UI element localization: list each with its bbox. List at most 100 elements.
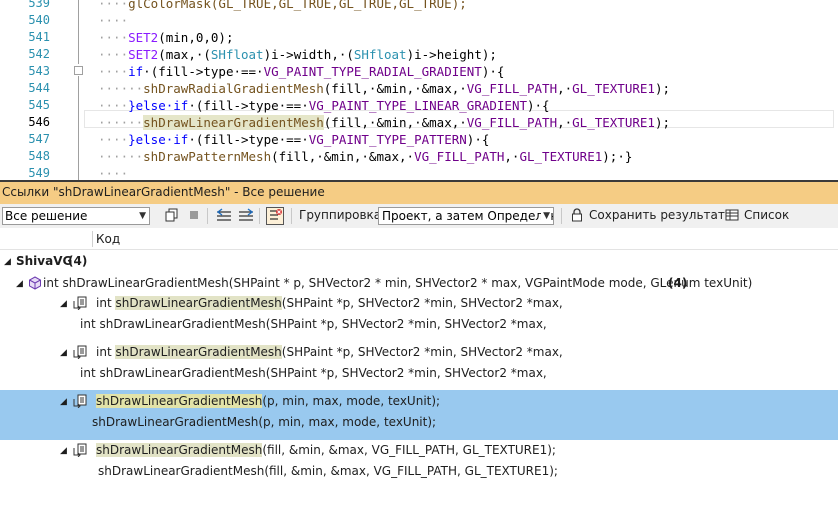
line-number: 539 bbox=[28, 0, 50, 10]
code-token: }else·if bbox=[128, 132, 189, 147]
reference-icon bbox=[73, 442, 87, 458]
project-node-count: (4) bbox=[68, 254, 88, 268]
expand-triangle-icon[interactable]: ◢ bbox=[4, 257, 11, 267]
chevron-down-icon: ▼ bbox=[541, 208, 550, 224]
code-token-highlighted: shDrawLinearGradientMesh bbox=[143, 115, 324, 130]
code-token: )·{ bbox=[466, 132, 490, 147]
scope-dropdown[interactable]: Все решение ▼ bbox=[2, 207, 150, 225]
code-line-540: ···· bbox=[98, 13, 129, 28]
reference-icon bbox=[73, 344, 87, 360]
code-token: shDrawRadialGradientMesh bbox=[143, 81, 324, 96]
code-token: ); bbox=[654, 81, 671, 96]
outlining-line bbox=[78, 76, 79, 180]
code-token: )i->height); bbox=[406, 47, 497, 62]
expand-triangle-icon[interactable]: ◢ bbox=[60, 299, 67, 309]
next-location-icon[interactable] bbox=[238, 208, 254, 224]
code-token: (fill,·&min,·&max,· bbox=[271, 149, 415, 164]
code-token: ,· bbox=[557, 81, 573, 96]
code-editor[interactable]: 539 540 541 542 543 544 545 546 547 548 … bbox=[0, 0, 838, 180]
line-number-current: 546 bbox=[28, 115, 50, 129]
results-column-header: Код bbox=[0, 228, 838, 250]
line-number: 549 bbox=[28, 166, 50, 180]
chevron-down-icon: ▼ bbox=[139, 211, 146, 221]
code-token: VG_FILL_PATH bbox=[466, 81, 558, 96]
list-view-button[interactable]: Список bbox=[744, 208, 789, 222]
line-number: 540 bbox=[28, 13, 50, 27]
code-token: ·(fill->type·==· bbox=[188, 98, 309, 113]
expand-triangle-icon[interactable]: ◢ bbox=[60, 446, 67, 456]
outlining-line bbox=[78, 0, 79, 64]
reference-line[interactable]: int shDrawLinearGradientMesh(SHPaint *p,… bbox=[96, 296, 563, 310]
list-view-icon[interactable] bbox=[724, 208, 740, 224]
reference-line[interactable]: shDrawLinearGradientMesh(p, min, max, mo… bbox=[96, 394, 440, 408]
code-line-542: ····SET2(max,·(SHfloat)i->width,·(SHfloa… bbox=[98, 47, 497, 62]
previous-location-icon[interactable] bbox=[216, 208, 232, 224]
definition-node-count: (4) bbox=[668, 276, 688, 290]
code-token: SET2 bbox=[128, 47, 159, 62]
code-token: (fill,·&min,·&max,· bbox=[323, 81, 467, 96]
code-token: GL_TEXTURE1 bbox=[519, 149, 603, 164]
reference-line[interactable]: shDrawLinearGradientMesh(fill, &min, &ma… bbox=[96, 443, 556, 457]
code-token: (max,·( bbox=[158, 47, 211, 62]
collapse-toggle-icon[interactable] bbox=[74, 66, 83, 75]
line-number: 545 bbox=[28, 98, 50, 112]
code-line-548: ······shDrawPatternMesh(fill,·&min,·&max… bbox=[98, 149, 633, 164]
line-number-gutter: 539 540 541 542 543 544 545 546 547 548 … bbox=[0, 0, 60, 180]
definition-node-signature[interactable]: int shDrawLinearGradientMesh(SHPaint * p… bbox=[43, 276, 752, 290]
references-panel-title: Ссылки "shDrawLinearGradientMesh" - Все … bbox=[0, 180, 838, 204]
code-line-547: ····}else·if·(fill->type·==·VG_PAINT_TYP… bbox=[98, 132, 490, 147]
code-token: );·} bbox=[602, 149, 633, 164]
code-token: glColorMask(GL_TRUE,GL_TRUE,GL_TRUE,GL_T… bbox=[128, 0, 467, 11]
code-column-header[interactable]: Код bbox=[96, 232, 120, 246]
line-number: 548 bbox=[28, 149, 50, 163]
lock-icon[interactable] bbox=[569, 208, 585, 224]
code-token: (fill,·&min,·&max,· bbox=[323, 115, 467, 130]
reference-icon bbox=[73, 393, 87, 409]
toolbar-separator bbox=[207, 208, 208, 224]
reference-preview: int shDrawLinearGradientMesh(SHPaint *p,… bbox=[80, 317, 547, 331]
code-line-549: ···· bbox=[98, 166, 129, 180]
expand-triangle-icon[interactable]: ◢ bbox=[16, 279, 23, 289]
save-results-button[interactable]: Сохранить результаты bbox=[589, 208, 734, 222]
code-line-541: ····SET2(min,0,0); bbox=[98, 30, 234, 45]
column-divider[interactable] bbox=[92, 231, 93, 247]
clear-filter-icon[interactable] bbox=[266, 207, 284, 225]
reference-text: (p, min, max, mode, texUnit); bbox=[262, 394, 441, 408]
reference-match: shDrawLinearGradientMesh bbox=[96, 443, 263, 457]
reference-text: (SHPaint *p, SHVector2 *min, SHVector2 *… bbox=[281, 345, 563, 359]
reference-match: shDrawLinearGradientMesh bbox=[115, 296, 282, 310]
code-token: (min,0,0); bbox=[158, 30, 234, 45]
expand-triangle-icon[interactable]: ◢ bbox=[60, 348, 67, 358]
code-token: VG_PAINT_TYPE_RADIAL_GRADIENT bbox=[263, 64, 482, 79]
stop-icon[interactable] bbox=[186, 208, 202, 224]
reference-text: (fill, &min, &max, VG_FILL_PATH, GL_TEXT… bbox=[262, 443, 556, 457]
code-line-543: ····if·(fill->type·==·VG_PAINT_TYPE_RADI… bbox=[98, 64, 505, 79]
reference-preview: shDrawLinearGradientMesh(fill, &min, &ma… bbox=[98, 464, 558, 478]
code-token: VG_FILL_PATH bbox=[414, 149, 505, 164]
line-number: 543 bbox=[28, 64, 50, 78]
code-token: VG_PAINT_TYPE_PATTERN bbox=[308, 132, 467, 147]
references-toolbar: Все решение ▼ Группировка: Проект, а зат… bbox=[0, 204, 838, 228]
code-token: SHfloat bbox=[353, 47, 407, 62]
toolbar-separator bbox=[561, 208, 562, 224]
grouping-label: Группировка: bbox=[299, 208, 386, 222]
line-number: 542 bbox=[28, 47, 50, 61]
reference-text: int bbox=[96, 345, 116, 359]
method-cube-icon bbox=[28, 275, 42, 290]
code-line-544: ······shDrawRadialGradientMesh(fill,·&mi… bbox=[98, 81, 671, 96]
code-token: )·{ bbox=[481, 64, 505, 79]
code-line-539: ····glColorMask(GL_TRUE,GL_TRUE,GL_TRUE,… bbox=[98, 0, 467, 12]
code-line-545: ····}else·if·(fill->type·==·VG_PAINT_TYP… bbox=[98, 98, 550, 113]
reference-line[interactable]: int shDrawLinearGradientMesh(SHPaint *p,… bbox=[96, 345, 563, 359]
line-number: 541 bbox=[28, 30, 50, 44]
expand-triangle-icon[interactable]: ◢ bbox=[60, 397, 67, 407]
code-token: SHfloat bbox=[210, 47, 264, 62]
grouping-dropdown[interactable]: Проект, а затем Определени ▼ bbox=[378, 207, 554, 225]
code-token: SET2 bbox=[128, 30, 159, 45]
code-token: VG_PAINT_TYPE_LINEAR_GRADIENT bbox=[308, 98, 527, 113]
code-token: GL_TEXTURE1 bbox=[572, 115, 655, 130]
copy-icon[interactable] bbox=[164, 208, 180, 224]
project-node-name[interactable]: ShivaVG bbox=[16, 254, 72, 268]
code-token: )i->width,·( bbox=[263, 47, 354, 62]
reference-match: shDrawLinearGradientMesh bbox=[115, 345, 282, 359]
